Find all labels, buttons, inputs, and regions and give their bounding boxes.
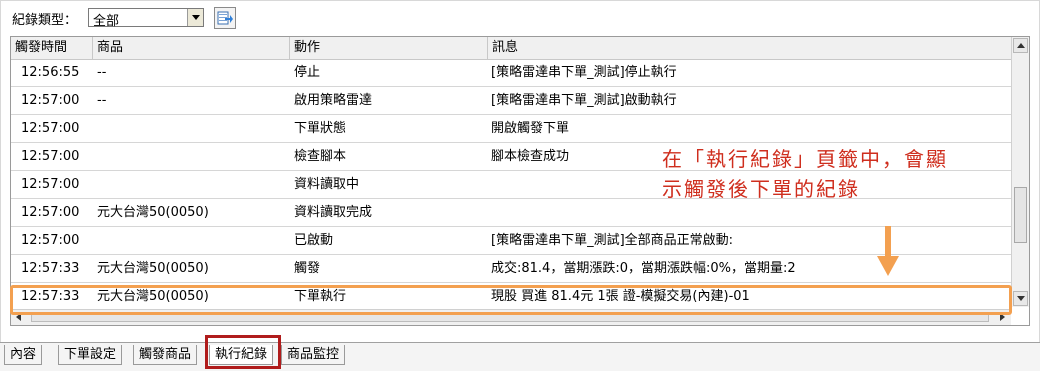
scroll-up-icon[interactable] [1013, 38, 1028, 53]
cell-action: 資料讀取完成 [294, 205, 373, 220]
cell-product: 元大台灣50(0050) [97, 261, 209, 276]
column-header-time[interactable]: 觸發時間 [11, 37, 93, 59]
tab-highlight-box [205, 335, 281, 369]
cell-action: 下單狀態 [294, 121, 347, 136]
export-icon [217, 11, 233, 25]
column-header-message[interactable]: 訊息 [488, 37, 1011, 59]
cell-message: 開啟觸發下單 [491, 121, 570, 136]
record-type-select[interactable]: 全部 [88, 8, 204, 29]
cell-time: 12:57:00 [21, 149, 80, 164]
grid-header: 觸發時間 商品 動作 訊息 [11, 37, 1011, 60]
cell-time: 12:56:55 [21, 65, 80, 80]
cell-time: 12:57:00 [21, 233, 80, 248]
cell-message: [策略雷達串下單_測試]停止執行 [491, 65, 677, 80]
column-header-action[interactable]: 動作 [290, 37, 488, 59]
cell-action: 觸發 [294, 261, 321, 276]
table-row[interactable]: 12:57:33 元大台灣50(0050) 觸發 成交:81.4，當期漲跌:0，… [11, 255, 1011, 283]
tab-content[interactable]: 內容 [4, 345, 43, 365]
tab-trigger-products[interactable]: 觸發商品 [133, 345, 198, 365]
cell-time: 12:57:00 [21, 205, 80, 220]
vertical-scrollbar[interactable] [1011, 37, 1029, 307]
cell-message: 成交:81.4，當期漲跌:0，當期漲跌幅:0%，當期量:2 [491, 261, 796, 276]
arrow-down-icon [877, 226, 899, 276]
cell-action: 已啟動 [294, 233, 334, 248]
table-row[interactable]: 12:56:55 -- 停止 [策略雷達串下單_測試]停止執行 [11, 59, 1011, 87]
cell-time: 12:57:00 [21, 177, 80, 192]
cell-action: 資料讀取中 [294, 177, 360, 192]
export-button[interactable] [214, 7, 236, 29]
bottom-tab-bar: 內容 下單設定 觸發商品 執行紀錄 商品監控 [0, 342, 1040, 371]
cell-message: [策略雷達串下單_測試]全部商品正常啟動: [491, 233, 734, 248]
tab-order-settings[interactable]: 下單設定 [58, 345, 123, 365]
cell-action: 檢查腳本 [294, 149, 347, 164]
cell-product: 元大台灣50(0050) [97, 205, 209, 220]
annotation-line-2: 示觸發後下單的紀錄 [662, 177, 860, 201]
tab-product-monitor[interactable]: 商品監控 [281, 345, 346, 365]
annotation-callout: 在「執行紀錄」頁籤中，會顯 示觸發後下單的紀錄 [662, 144, 948, 204]
highlight-box [10, 285, 1012, 315]
cell-time: 12:57:33 [21, 261, 80, 276]
chevron-down-icon[interactable] [187, 9, 203, 26]
cell-action: 啟用策略雷達 [294, 93, 373, 108]
annotation-line-1: 在「執行紀錄」頁籤中，會顯 [662, 147, 948, 171]
record-type-label: 紀錄類型： [12, 13, 78, 28]
cell-message: 腳本檢查成功 [491, 149, 570, 164]
vertical-scroll-thumb[interactable] [1014, 187, 1027, 243]
table-row[interactable]: 12:57:00 下單狀態 開啟觸發下單 [11, 115, 1011, 143]
column-header-product[interactable]: 商品 [93, 37, 290, 59]
scroll-down-icon[interactable] [1013, 291, 1028, 306]
record-type-value: 全部 [93, 14, 120, 29]
cell-product: -- [97, 65, 107, 80]
cell-time: 12:57:00 [21, 93, 80, 108]
cell-action: 停止 [294, 65, 321, 80]
cell-time: 12:57:00 [21, 121, 80, 136]
toolbar: 紀錄類型： 全部 [0, 0, 1040, 34]
table-row[interactable]: 12:57:00 -- 啟用策略雷達 [策略雷達串下單_測試]啟動執行 [11, 87, 1011, 115]
table-row[interactable]: 12:57:00 已啟動 [策略雷達串下單_測試]全部商品正常啟動: [11, 227, 1011, 255]
cell-message: [策略雷達串下單_測試]啟動執行 [491, 93, 677, 108]
cell-product: -- [97, 93, 107, 108]
